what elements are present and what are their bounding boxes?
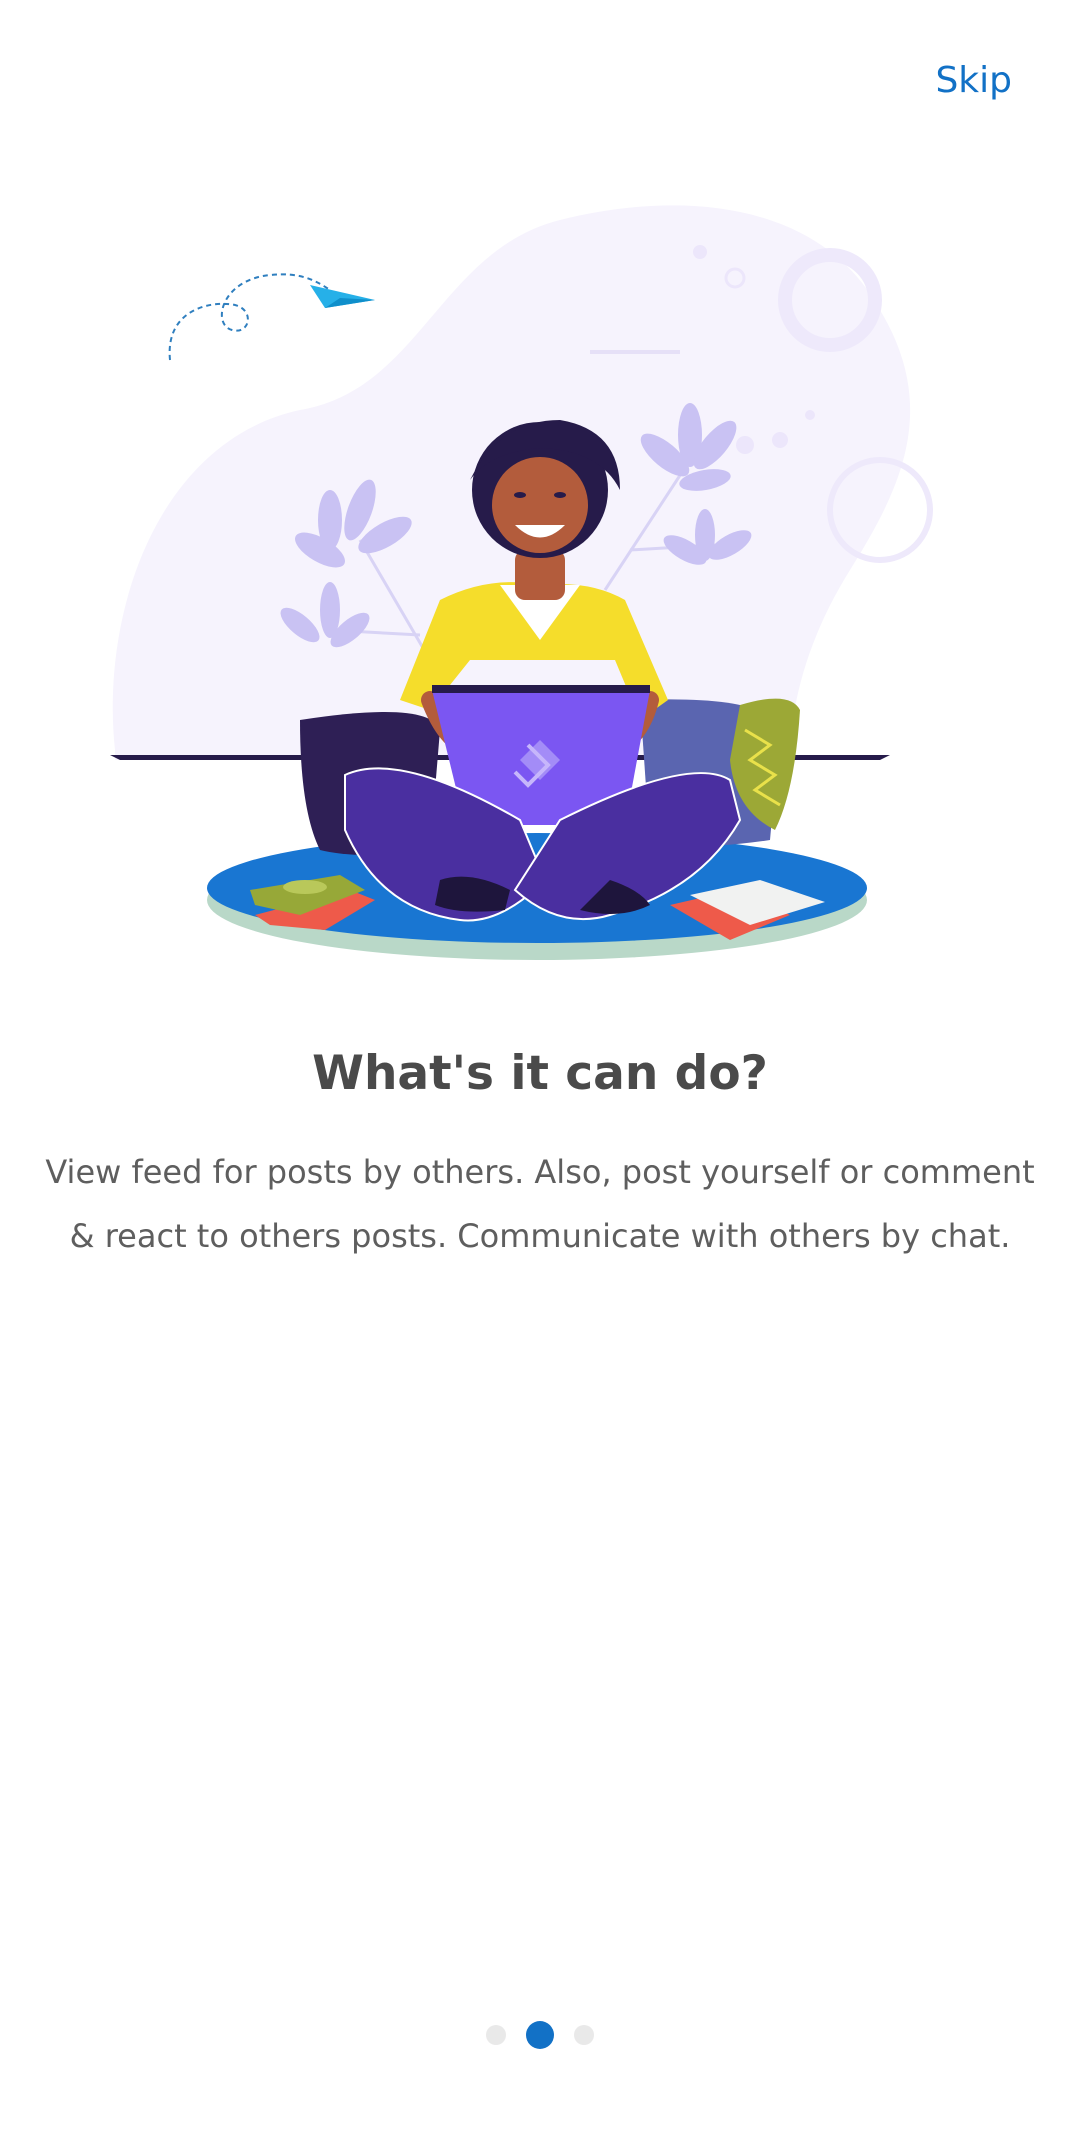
woman-with-laptop-illustration (110, 205, 933, 960)
page-indicator-dot-3[interactable] (574, 2025, 594, 2045)
onboarding-description: View feed for posts by others. Also, pos… (45, 1153, 1035, 1255)
face (492, 457, 588, 553)
page-indicator-dot-1[interactable] (486, 2025, 506, 2045)
page-indicator (0, 2020, 1080, 2050)
onboarding-title: What's it can do? (312, 1046, 768, 1101)
skip-button[interactable]: Skip (929, 56, 1018, 105)
page-indicator-dot-2-active[interactable] (526, 2021, 554, 2049)
dashed-flight-path (168, 273, 331, 361)
